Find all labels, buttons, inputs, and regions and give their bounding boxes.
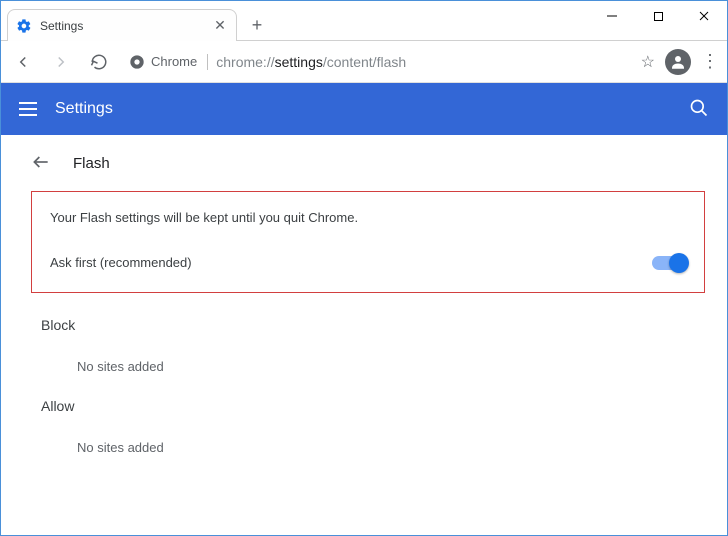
gear-icon xyxy=(16,18,32,34)
browser-tab[interactable]: Settings ✕ xyxy=(7,9,237,41)
close-window-button[interactable] xyxy=(681,1,727,31)
flash-settings-panel: Your Flash settings will be kept until y… xyxy=(31,191,705,293)
settings-header: Settings xyxy=(1,83,727,135)
chrome-icon xyxy=(129,54,145,70)
omnibox-url: chrome://settings/content/flash xyxy=(216,54,406,70)
window-titlebar: Settings ✕ + xyxy=(1,1,727,41)
profile-avatar[interactable] xyxy=(665,49,691,75)
omnibox-chrome-chip: Chrome xyxy=(129,54,208,70)
block-section: Block No sites added xyxy=(31,293,707,374)
back-arrow-button[interactable] xyxy=(31,152,51,175)
forward-button[interactable] xyxy=(47,48,75,76)
ask-first-label: Ask first (recommended) xyxy=(50,255,192,270)
close-tab-button[interactable]: ✕ xyxy=(212,18,228,34)
allow-section: Allow No sites added xyxy=(31,374,707,455)
address-bar[interactable]: Chrome chrome://settings/content/flash xyxy=(123,47,631,77)
settings-title: Settings xyxy=(55,100,671,118)
maximize-button[interactable] xyxy=(635,1,681,31)
allow-empty: No sites added xyxy=(41,440,707,455)
browser-menu-button[interactable]: ⋮ xyxy=(701,51,719,72)
toggle-knob xyxy=(669,253,689,273)
block-title: Block xyxy=(41,317,707,333)
search-button[interactable] xyxy=(689,98,709,121)
flash-notice: Your Flash settings will be kept until y… xyxy=(50,210,686,225)
minimize-button[interactable] xyxy=(589,1,635,31)
allow-title: Allow xyxy=(41,398,707,414)
page-title: Flash xyxy=(73,155,110,172)
tab-title: Settings xyxy=(40,19,204,33)
bookmark-star-icon[interactable]: ☆ xyxy=(641,52,655,72)
settings-content: Flash Your Flash settings will be kept u… xyxy=(1,135,727,535)
page-subheader: Flash xyxy=(21,135,707,191)
reload-button[interactable] xyxy=(85,48,113,76)
browser-toolbar: Chrome chrome://settings/content/flash ☆… xyxy=(1,41,727,83)
menu-button[interactable] xyxy=(19,102,37,116)
omnibox-chrome-label: Chrome xyxy=(151,54,197,69)
ask-first-toggle[interactable] xyxy=(652,256,686,270)
ask-first-row: Ask first (recommended) xyxy=(50,255,686,270)
new-tab-button[interactable]: + xyxy=(247,15,267,35)
block-empty: No sites added xyxy=(41,359,707,374)
window-controls xyxy=(589,1,727,31)
back-button[interactable] xyxy=(9,48,37,76)
